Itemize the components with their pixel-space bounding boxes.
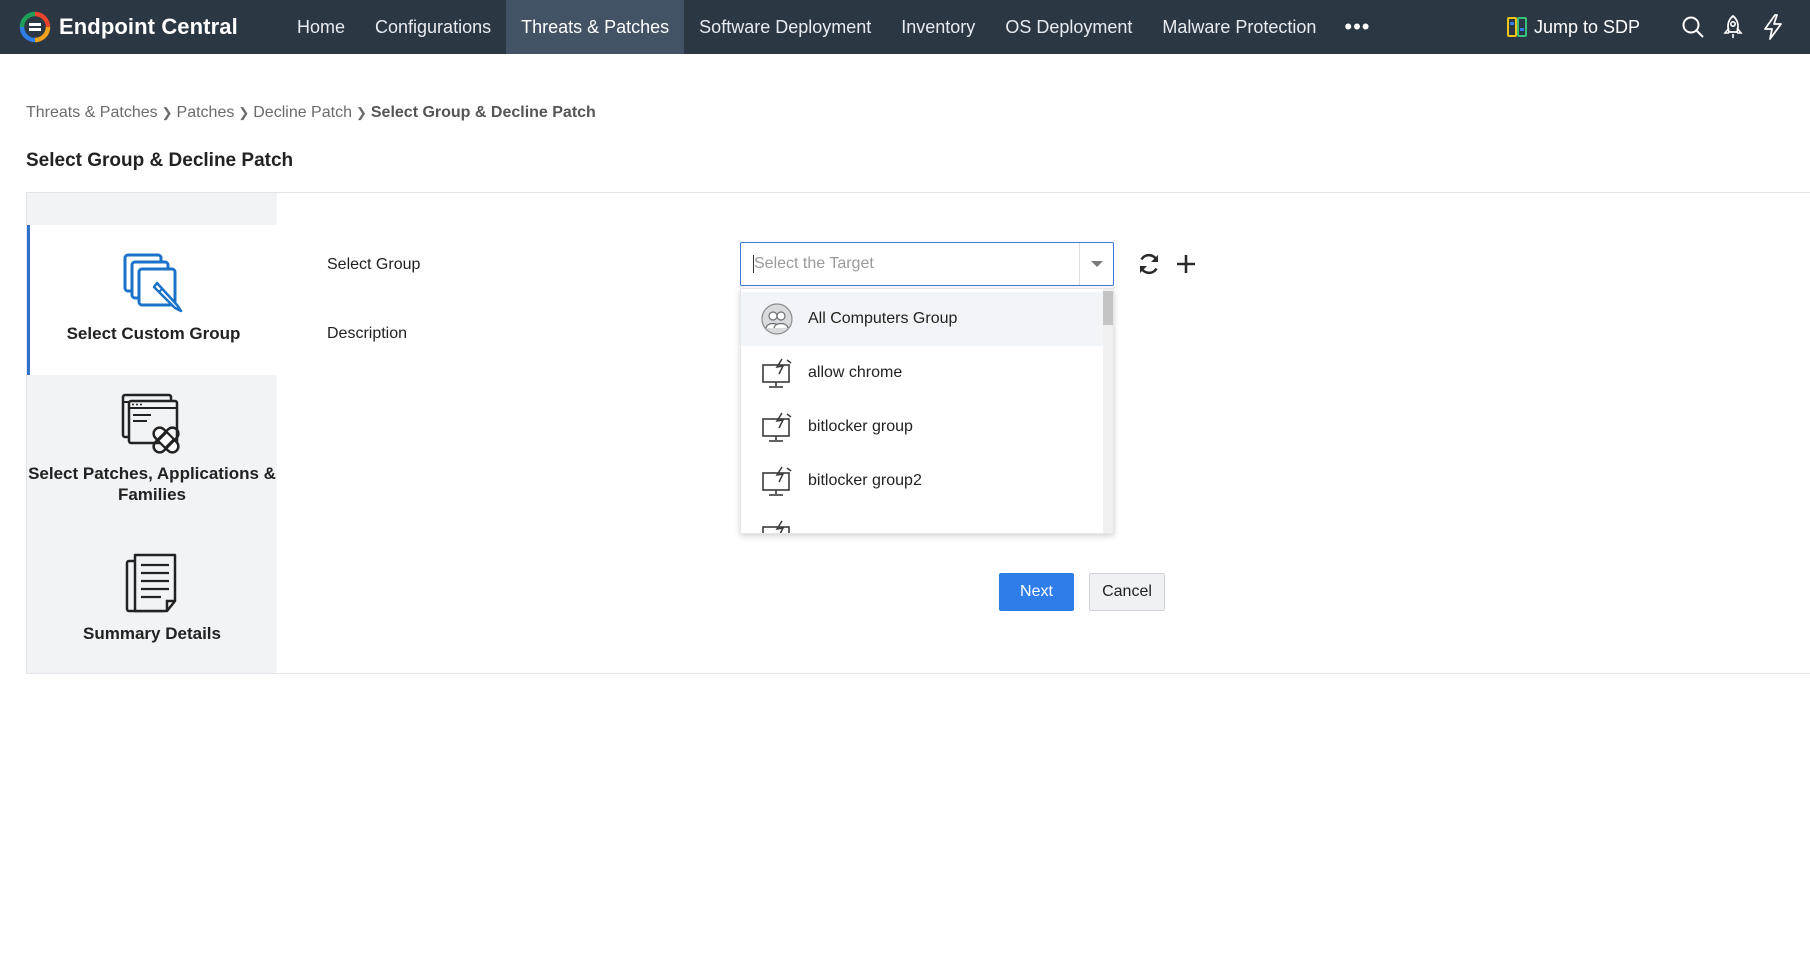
breadcrumb-patches[interactable]: Patches bbox=[177, 104, 235, 122]
wizard-steps: Select Custom Group Select Patches, Appl… bbox=[27, 193, 277, 673]
computer-group-icon bbox=[761, 411, 793, 443]
next-button[interactable]: Next bbox=[999, 573, 1074, 611]
chevron-right-icon: ❯ bbox=[355, 105, 367, 120]
jump-to-sdp-label: Jump to SDP bbox=[1533, 16, 1640, 37]
select-group-dropdown[interactable] bbox=[740, 242, 1114, 286]
page-title: Select Group & Decline Patch bbox=[26, 150, 294, 171]
select-target-input[interactable] bbox=[741, 243, 1081, 285]
caret-down-icon bbox=[1090, 261, 1103, 267]
sdp-logo-icon bbox=[1506, 17, 1527, 37]
breadcrumb-current: Select Group & Decline Patch bbox=[370, 104, 596, 121]
brand-name: Endpoint Central bbox=[59, 14, 238, 39]
users-group-icon bbox=[761, 303, 793, 335]
main-nav: Home Configurations Threats & Patches So… bbox=[282, 0, 1383, 54]
endpoint-central-logo-icon bbox=[19, 11, 51, 43]
nav-item-home[interactable]: Home bbox=[282, 0, 360, 54]
nav-item-os-deployment[interactable]: OS Deployment bbox=[990, 0, 1147, 54]
computer-group-icon bbox=[761, 357, 793, 389]
computer-group-icon bbox=[761, 519, 793, 533]
scrollbar-thumb[interactable] bbox=[1103, 291, 1113, 325]
breadcrumb-threats-patches[interactable]: Threats & Patches bbox=[26, 104, 158, 122]
list-item-partial[interactable] bbox=[741, 508, 1105, 533]
dropdown-toggle[interactable] bbox=[1079, 243, 1113, 285]
option-label: bitlocker group bbox=[808, 418, 913, 435]
step-label: Summary Details bbox=[83, 624, 221, 643]
nav-item-software-deployment[interactable]: Software Deployment bbox=[684, 0, 886, 54]
nav-item-inventory[interactable]: Inventory bbox=[886, 0, 990, 54]
patches-icon bbox=[121, 393, 180, 454]
list-item[interactable]: bitlocker group2 bbox=[741, 454, 1105, 508]
custom-group-icon bbox=[123, 253, 182, 313]
computer-group-icon bbox=[761, 465, 793, 497]
chevron-right-icon: ❯ bbox=[161, 105, 173, 120]
nav-right-tools: Jump to SDP bbox=[1506, 0, 1786, 54]
add-icon[interactable] bbox=[1173, 251, 1199, 277]
list-item[interactable]: All Computers Group bbox=[741, 292, 1105, 346]
nav-item-threats-patches[interactable]: Threats & Patches bbox=[506, 0, 685, 54]
option-label: bitlocker group2 bbox=[808, 472, 922, 489]
step-label: Select Patches, Applications & Families bbox=[28, 464, 276, 504]
chevron-right-icon: ❯ bbox=[238, 105, 250, 120]
breadcrumb-decline-patch[interactable]: Decline Patch bbox=[253, 104, 352, 122]
cancel-button[interactable]: Cancel bbox=[1089, 573, 1165, 611]
dropdown-scrollbar[interactable] bbox=[1103, 289, 1113, 533]
rocket-icon[interactable] bbox=[1720, 14, 1746, 40]
nav-item-configurations[interactable]: Configurations bbox=[360, 0, 506, 54]
step-label: Select Custom Group bbox=[66, 324, 241, 343]
step-select-patches[interactable]: Select Patches, Applications & Families bbox=[27, 393, 277, 533]
nav-item-malware-protection[interactable]: Malware Protection bbox=[1147, 0, 1331, 54]
text-cursor bbox=[753, 255, 754, 273]
brand[interactable]: Endpoint Central bbox=[19, 0, 282, 54]
description-label: Description bbox=[327, 325, 408, 342]
list-item[interactable]: bitlocker group bbox=[741, 400, 1105, 454]
option-label: All Computers Group bbox=[808, 310, 958, 327]
group-options-list: All Computers Group allow chrome bitlock… bbox=[740, 288, 1114, 534]
search-icon[interactable] bbox=[1680, 14, 1706, 40]
breadcrumb: Threats & Patches ❯ Patches ❯ Decline Pa… bbox=[26, 104, 596, 122]
step-summary-details[interactable]: Summary Details bbox=[27, 553, 277, 673]
step-select-custom-group[interactable]: Select Custom Group bbox=[27, 225, 277, 375]
select-group-label: Select Group bbox=[327, 256, 421, 273]
summary-document-icon bbox=[125, 553, 177, 613]
top-navigation-bar: Endpoint Central Home Configurations Thr… bbox=[0, 0, 1810, 54]
jump-to-sdp-link[interactable]: Jump to SDP bbox=[1506, 16, 1640, 38]
more-nav-button[interactable]: ••• bbox=[1331, 0, 1383, 54]
list-item[interactable]: allow chrome bbox=[741, 346, 1105, 400]
lightning-icon[interactable] bbox=[1760, 14, 1786, 40]
option-label: allow chrome bbox=[808, 364, 903, 381]
refresh-icon[interactable] bbox=[1136, 251, 1162, 277]
